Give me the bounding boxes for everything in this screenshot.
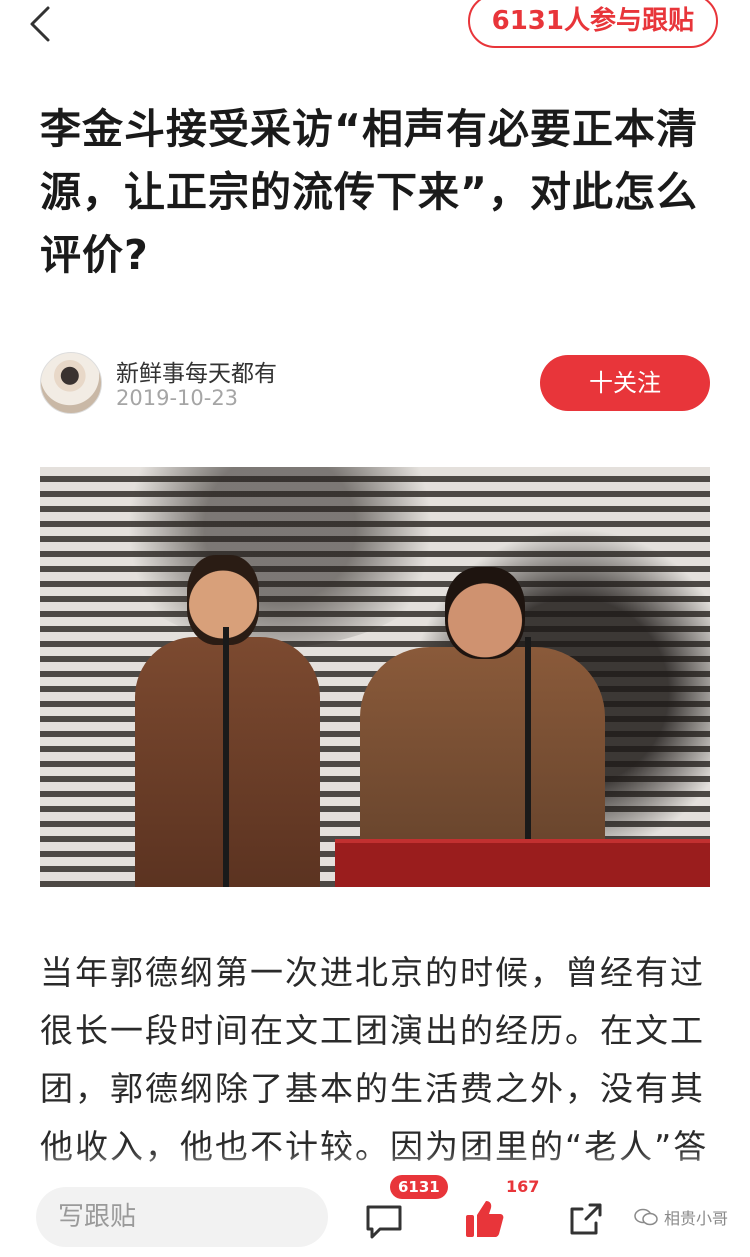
stage-table (335, 839, 710, 887)
watermark: 相贵小哥 (634, 1205, 728, 1229)
comment-input[interactable]: 写跟贴 (36, 1187, 328, 1247)
article-photo (40, 467, 710, 887)
comments-button[interactable] (362, 1199, 406, 1243)
participants-pill[interactable]: 6131人参与跟贴 (467, 0, 718, 48)
publish-date: 2019-10-23 (116, 386, 239, 410)
wechat-logo-icon (634, 1208, 658, 1226)
author-name[interactable]: 新鲜事每天都有 (116, 354, 277, 388)
back-arrow-icon (30, 6, 50, 42)
watermark-text: 相贵小哥 (663, 1209, 728, 1228)
top-bar: 6131人参与跟贴 (0, 0, 750, 60)
thumbs-up-icon (466, 1201, 504, 1237)
bottom-action-bar: 写跟贴 6131 167 相贵小哥 (0, 1175, 750, 1257)
article-body: 当年郭德纲第一次进北京的时候，曾经有过很长一段时间在文工团演出的经历。在文工团，… (40, 953, 709, 1166)
comment-bubble-icon (366, 1205, 402, 1239)
article-title: 李金斗接受采访“相声有必要正本清源，让正宗的流传下来”，对此怎么评价? (40, 105, 698, 279)
author-row: 新鲜事每天都有 2019-10-23 十关注 (40, 350, 710, 416)
like-count: 167 (506, 1177, 540, 1196)
performer-head (445, 567, 525, 659)
share-button[interactable] (566, 1199, 606, 1239)
comment-count-badge: 6131 (390, 1175, 448, 1199)
share-icon (570, 1203, 602, 1235)
follow-button[interactable]: 十关注 (540, 355, 710, 411)
like-button[interactable] (462, 1197, 506, 1241)
back-button[interactable] (22, 4, 62, 44)
microphone-stand (223, 627, 229, 887)
author-avatar[interactable] (40, 352, 102, 414)
